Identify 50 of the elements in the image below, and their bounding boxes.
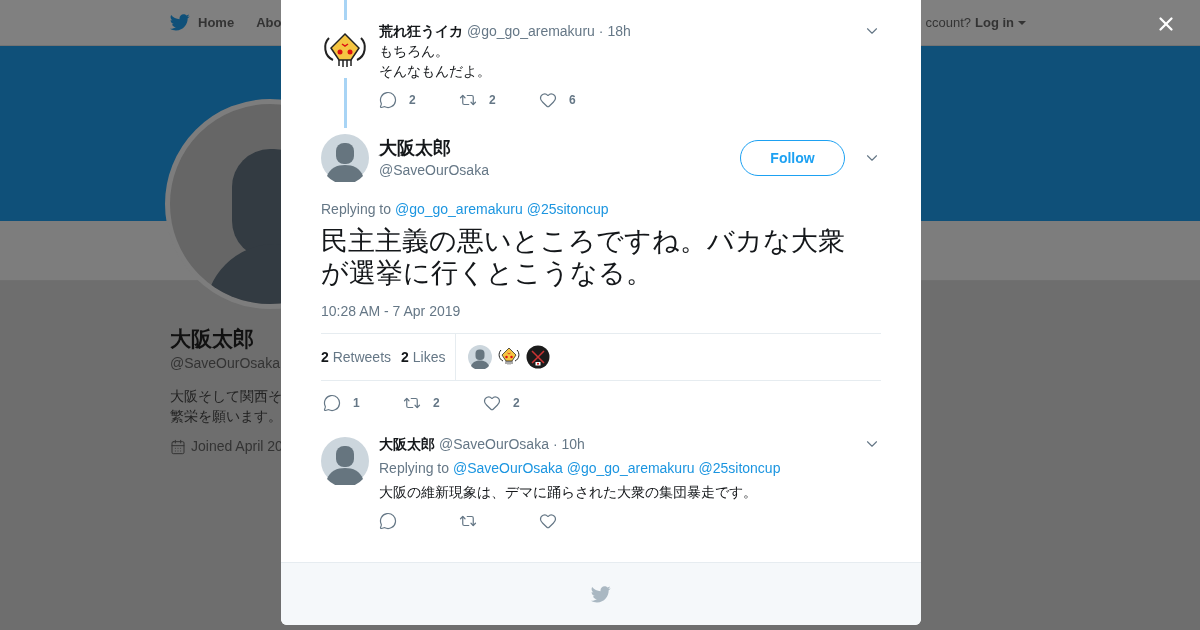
- default-avatar: [468, 345, 493, 369]
- reply-icon: [379, 91, 397, 109]
- mention-link[interactable]: @go_go_aremakuru: [394, 201, 523, 217]
- author-name: 荒れ狂うイカ: [379, 21, 463, 41]
- reply-icon: [323, 393, 341, 412]
- caret-icon: [1018, 20, 1026, 25]
- stat-link[interactable]: 2 Retweets: [321, 346, 392, 368]
- emblem-avatar: [526, 345, 551, 369]
- tweet-time: · 18h: [598, 21, 631, 41]
- tweet-text: 民主主義の悪いところですね。バカな大衆が選挙に行くとこうなる。: [321, 225, 846, 289]
- nav-link[interactable]: Home: [198, 12, 235, 33]
- mention-link[interactable]: @25sitoncup: [698, 460, 781, 476]
- replying-label: Replying to: [321, 201, 392, 217]
- like-icon: [483, 393, 501, 412]
- profile-bio: 繁栄を願います。: [170, 407, 282, 426]
- tweet-text: もちろん。: [379, 42, 450, 61]
- bird-icon: [170, 14, 190, 31]
- retweet-button[interactable]: 2: [403, 393, 483, 412]
- bird-icon: [591, 585, 611, 603]
- retweet-button[interactable]: 2: [459, 91, 539, 109]
- author-handle: @SaveOurOsaka: [379, 160, 489, 180]
- reply-icon: [379, 512, 397, 530]
- author-handle: @SaveOurOsaka: [439, 434, 549, 454]
- login-prompt: ccount?: [925, 13, 971, 32]
- tweet-time: · 10h: [552, 434, 585, 454]
- reply-button[interactable]: 1: [323, 393, 403, 412]
- like-icon: [539, 91, 557, 109]
- default-avatar: [321, 437, 369, 485]
- mention-link[interactable]: @go_go_aremakuru: [566, 460, 695, 476]
- profile-name: 大阪太郎: [170, 326, 254, 352]
- calendar-icon: [170, 438, 186, 455]
- tweet-text: そんなもんだよ。: [379, 62, 492, 81]
- stat-link[interactable]: 2 Likes: [401, 346, 446, 368]
- like-button[interactable]: 6: [539, 91, 619, 109]
- author-handle: @go_go_aremakuru: [467, 21, 595, 41]
- nav-link[interactable]: Abo: [256, 12, 282, 33]
- author-name: 大阪太郎: [379, 136, 452, 160]
- author-name: 大阪太郎: [379, 434, 435, 454]
- like-icon: [539, 512, 557, 530]
- mention-link[interactable]: @25sitoncup: [526, 201, 609, 217]
- tweet-timestamp: 10:28 AM - 7 Apr 2019: [321, 302, 462, 321]
- replying-label: Replying to: [379, 460, 450, 476]
- login-link[interactable]: Log in: [975, 12, 1014, 33]
- profile-bio: 大阪そして関西そ: [170, 387, 282, 406]
- default-avatar: [321, 134, 369, 182]
- like-button[interactable]: 2: [483, 393, 563, 412]
- reply-button[interactable]: 2: [379, 91, 459, 109]
- profile-handle: @SaveOurOsaka: [170, 354, 280, 373]
- mention-link[interactable]: @SaveOurOsaka: [452, 460, 563, 476]
- tweet-text: 大阪の維新現象は、デマに踊らされた大衆の集団暴走です。: [379, 483, 758, 502]
